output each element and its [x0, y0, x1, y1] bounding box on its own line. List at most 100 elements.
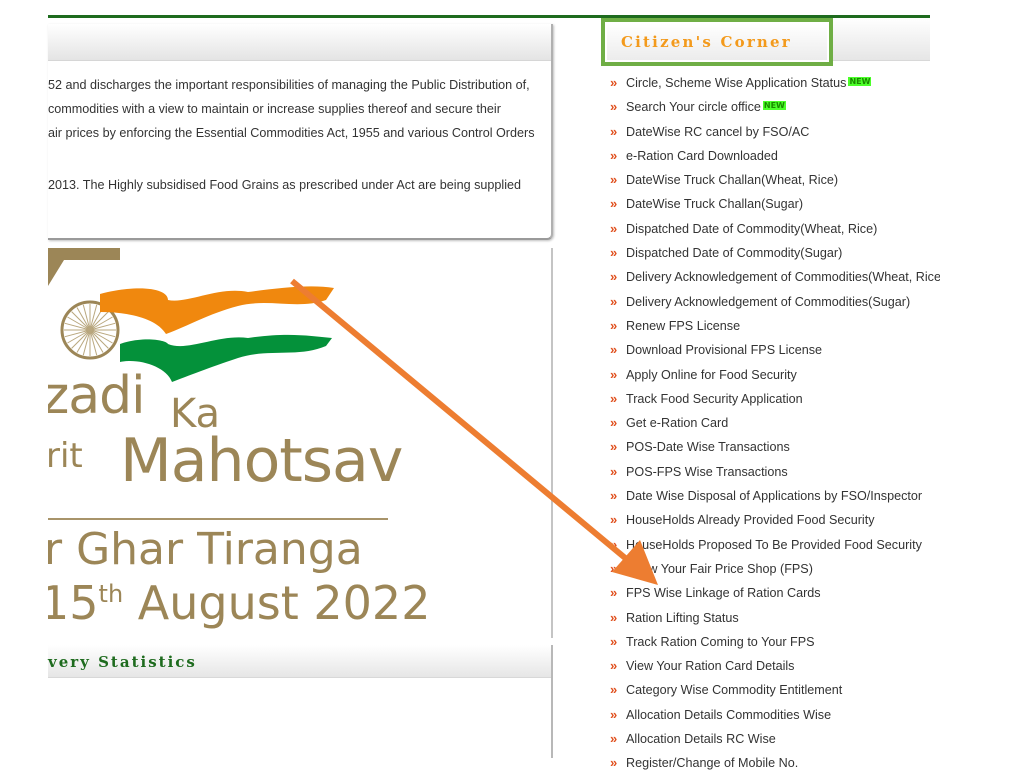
double-chevron-right-icon: »: [610, 706, 618, 722]
citizen-corner-link[interactable]: » Category Wise Commodity Entitlement: [610, 678, 940, 702]
double-chevron-right-icon: »: [610, 488, 618, 504]
citizen-corner-link-label[interactable]: Circle, Scheme Wise Application Status: [626, 76, 846, 90]
citizen-corner-title: Citizen's Corner: [605, 22, 829, 62]
double-chevron-right-icon: »: [610, 609, 618, 625]
citizen-corner-link-label[interactable]: HouseHolds Already Provided Food Securit…: [626, 513, 875, 527]
citizen-corner-link-label[interactable]: DateWise Truck Challan(Sugar): [626, 197, 803, 211]
double-chevron-right-icon: »: [610, 390, 618, 406]
citizen-corner-link-label[interactable]: e-Ration Card Downloaded: [626, 149, 778, 163]
citizen-corner-link-label[interactable]: Apply Online for Food Security: [626, 368, 797, 382]
about-panel-header: [48, 24, 551, 61]
double-chevron-right-icon: »: [610, 512, 618, 528]
double-chevron-right-icon: »: [610, 99, 618, 115]
citizen-corner-link[interactable]: » FPS Wise Linkage of Ration Cards: [610, 581, 940, 605]
flag-saffron-band: [100, 286, 334, 334]
citizen-corner-link[interactable]: » Allocation Details RC Wise: [610, 727, 940, 751]
double-chevron-right-icon: »: [610, 633, 618, 649]
citizen-corner-link-label[interactable]: View Your Ration Card Details: [626, 659, 794, 673]
citizen-corner-link[interactable]: » Circle, Scheme Wise Application Status N…: [610, 71, 940, 95]
citizen-corner-link[interactable]: » Know Your Fair Price Shop (FPS): [610, 557, 940, 581]
banner-text-azadi: zadi: [48, 366, 146, 426]
double-chevron-right-icon: »: [610, 172, 618, 188]
citizen-corner-link[interactable]: » Dispatched Date of Commodity(Wheat, Ric…: [610, 217, 940, 241]
double-chevron-right-icon: »: [610, 147, 618, 163]
citizen-corner-link-label[interactable]: DateWise RC cancel by FSO/AC: [626, 125, 809, 139]
citizen-corner-link-label[interactable]: POS-FPS Wise Transactions: [626, 465, 788, 479]
citizen-corner-link[interactable]: » Dispatched Date of Commodity(Sugar): [610, 241, 940, 265]
citizen-corner-link[interactable]: » Date Wise Disposal of Applications by F…: [610, 484, 940, 508]
double-chevron-right-icon: »: [610, 196, 618, 212]
citizen-corner-link-label[interactable]: Date Wise Disposal of Applications by FS…: [626, 489, 922, 503]
citizen-corner-link[interactable]: » HouseHolds Proposed To Be Provided Food…: [610, 533, 940, 557]
citizen-corner-link[interactable]: » DateWise Truck Challan(Sugar): [610, 192, 940, 216]
citizen-corner-link[interactable]: » POS-Date Wise Transactions: [610, 435, 940, 459]
citizen-corner-link-label[interactable]: Category Wise Commodity Entitlement: [626, 683, 842, 697]
citizen-corner-link[interactable]: » Allocation Details Commodities Wise: [610, 703, 940, 727]
citizen-corner-link[interactable]: » Download Provisional FPS License: [610, 338, 940, 362]
citizen-corner-link[interactable]: » HouseHolds Already Provided Food Securi…: [610, 508, 940, 532]
about-line: air prices by enforcing the Essential Co…: [48, 126, 535, 140]
banner-day: 15: [48, 576, 99, 630]
citizen-corner-link-label[interactable]: Get e-Ration Card: [626, 416, 728, 430]
double-chevron-right-icon: »: [610, 220, 618, 236]
citizen-corner-link[interactable]: » e-Ration Card Downloaded: [610, 144, 940, 168]
double-chevron-right-icon: »: [610, 366, 618, 382]
about-line: 52 and discharges the important responsi…: [48, 78, 530, 92]
citizen-corner-link-label[interactable]: DateWise Truck Challan(Wheat, Rice): [626, 173, 838, 187]
double-chevron-right-icon: »: [610, 536, 618, 552]
banner-text-har-ghar-tiranga: r Ghar Tiranga: [48, 524, 363, 575]
citizen-corner-link[interactable]: » View Your Ration Card Details: [610, 654, 940, 678]
double-chevron-right-icon: »: [610, 560, 618, 576]
citizen-corner-link-label[interactable]: Delivery Acknowledgement of Commodities(…: [626, 295, 910, 309]
double-chevron-right-icon: »: [610, 682, 618, 698]
citizen-corner-link[interactable]: » Track Ration Coming to Your FPS: [610, 630, 940, 654]
citizen-corner-link[interactable]: » Delivery Acknowledgement of Commodities…: [610, 290, 940, 314]
citizen-corner-link-label[interactable]: Dispatched Date of Commodity(Wheat, Rice…: [626, 222, 877, 236]
double-chevron-right-icon: »: [610, 585, 618, 601]
citizen-corner-link-list: » Circle, Scheme Wise Application Status N…: [610, 71, 940, 776]
logo-seventy-five-stroke: [48, 248, 120, 286]
citizen-corner-link[interactable]: » Register/Change of Mobile No.: [610, 751, 940, 775]
double-chevron-right-icon: »: [610, 123, 618, 139]
citizen-corner-link-label[interactable]: HouseHolds Proposed To Be Provided Food …: [626, 538, 922, 552]
citizen-corner-link[interactable]: » Search Your circle office NEW: [610, 95, 940, 119]
citizen-corner-link[interactable]: » Renew FPS License: [610, 314, 940, 338]
flag-green-band: [120, 334, 332, 382]
double-chevron-right-icon: »: [610, 463, 618, 479]
delivery-statistics-header: very Statistics: [48, 645, 551, 678]
citizen-corner-link-label[interactable]: FPS Wise Linkage of Ration Cards: [626, 586, 821, 600]
citizen-corner-link-label[interactable]: Track Ration Coming to Your FPS: [626, 635, 815, 649]
citizen-corner-link[interactable]: » Delivery Acknowledgement of Commodities…: [610, 265, 940, 289]
citizen-corner-link-label[interactable]: Renew FPS License: [626, 319, 740, 333]
citizen-corner-link-label[interactable]: POS-Date Wise Transactions: [626, 440, 790, 454]
about-line: commodities with a view to maintain or i…: [48, 102, 501, 116]
citizen-corner-link[interactable]: » Get e-Ration Card: [610, 411, 940, 435]
citizen-corner-header-bar: [832, 18, 930, 61]
citizen-corner-link[interactable]: » Track Food Security Application: [610, 387, 940, 411]
citizen-corner-link-label[interactable]: Track Food Security Application: [626, 392, 803, 406]
citizen-corner-link[interactable]: » DateWise RC cancel by FSO/AC: [610, 120, 940, 144]
double-chevron-right-icon: »: [610, 317, 618, 333]
citizen-corner-link[interactable]: » Ration Lifting Status: [610, 606, 940, 630]
about-text: 52 and discharges the important responsi…: [48, 61, 551, 197]
citizen-corner-link-label[interactable]: Download Provisional FPS License: [626, 343, 822, 357]
citizen-corner-link-label[interactable]: Allocation Details Commodities Wise: [626, 708, 831, 722]
banner-day-suffix: th: [98, 580, 124, 608]
double-chevron-right-icon: »: [610, 731, 618, 747]
about-department-panel: 52 and discharges the important responsi…: [48, 24, 553, 240]
citizen-corner-link[interactable]: » Apply Online for Food Security: [610, 363, 940, 387]
citizen-corner-link[interactable]: » DateWise Truck Challan(Wheat, Rice): [610, 168, 940, 192]
citizen-corner-link[interactable]: » POS-FPS Wise Transactions: [610, 460, 940, 484]
citizen-corner-link-label[interactable]: Allocation Details RC Wise: [626, 732, 776, 746]
banner-divider: [48, 518, 388, 520]
double-chevron-right-icon: »: [610, 415, 618, 431]
citizen-corner-link-label[interactable]: Delivery Acknowledgement of Commodities(…: [626, 270, 940, 284]
citizen-corner-link-label[interactable]: Search Your circle office: [626, 100, 761, 114]
citizen-corner-link-label[interactable]: Register/Change of Mobile No.: [626, 756, 798, 770]
citizen-corner-title-box: Citizen's Corner: [601, 18, 833, 66]
double-chevron-right-icon: »: [610, 293, 618, 309]
citizen-corner-link-label[interactable]: Know Your Fair Price Shop (FPS): [626, 562, 813, 576]
citizen-corner-link-label[interactable]: Ration Lifting Status: [626, 611, 739, 625]
citizen-corner-link-label[interactable]: Dispatched Date of Commodity(Sugar): [626, 246, 842, 260]
new-badge-icon: NEW: [762, 101, 786, 111]
